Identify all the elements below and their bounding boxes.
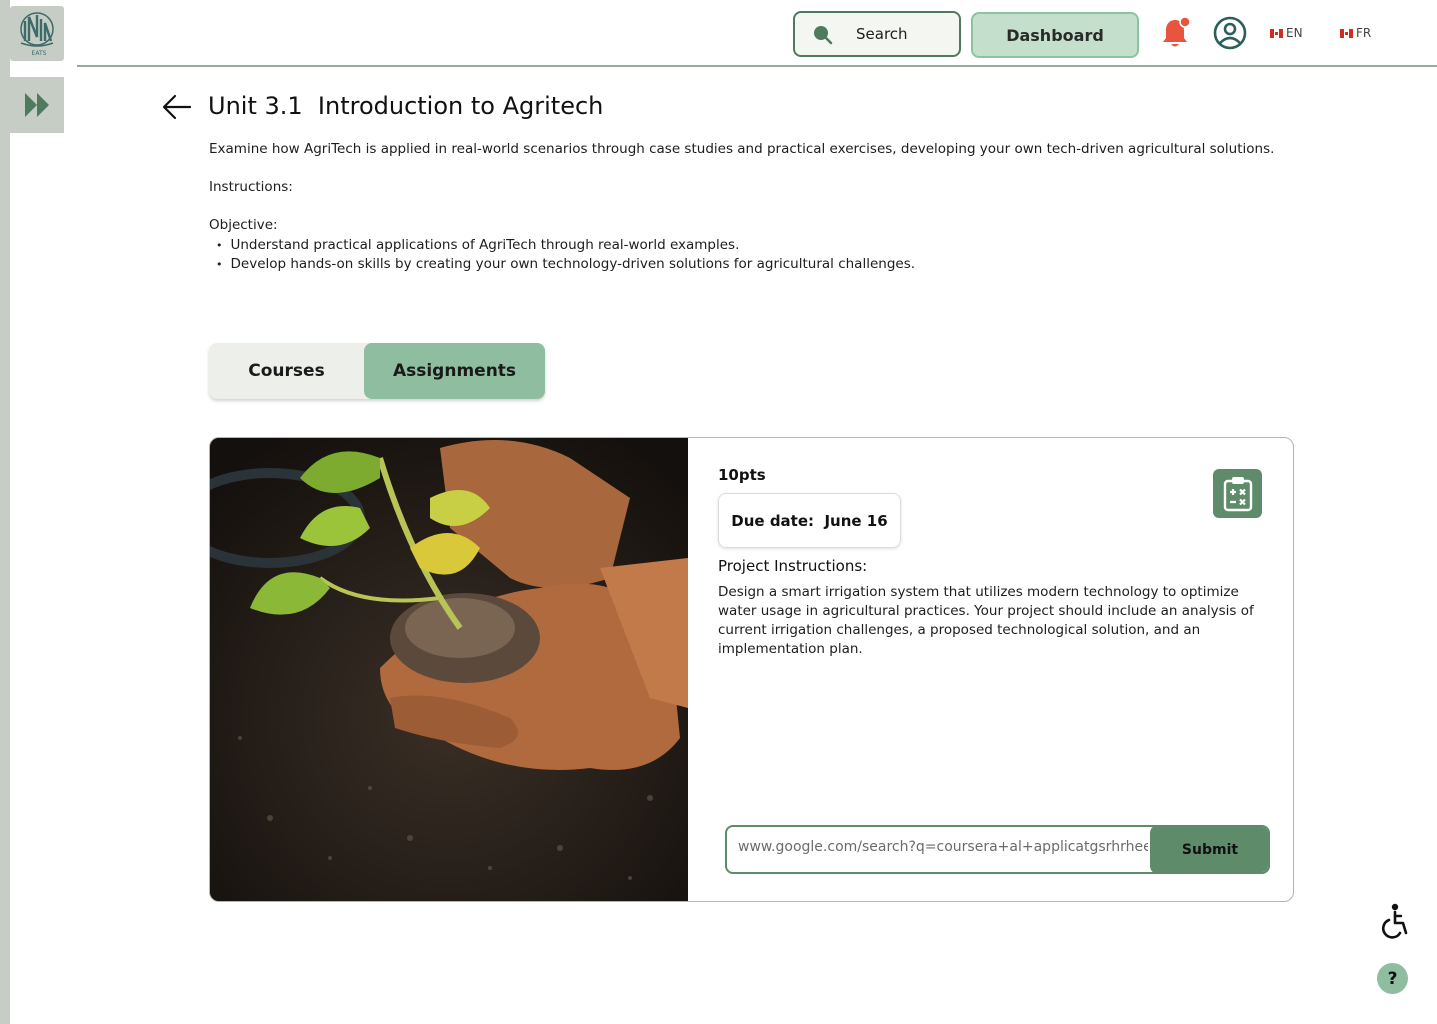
objective-list: Understand practical applications of Agr… [216,236,916,274]
language-en-label: EN [1286,26,1303,40]
header-divider [77,65,1437,67]
tab-assignments[interactable]: Assignments [364,343,545,399]
hands-planting-seedling-image [210,438,688,901]
instructions-label: Instructions: [209,179,293,195]
submission-url-field[interactable]: Submit [725,825,1270,874]
objective-item: Understand practical applications of Agr… [216,236,915,255]
submission-url-input[interactable] [738,839,1148,855]
canada-flag-icon [1270,28,1283,38]
calculator-clipboard-icon[interactable] [1213,469,1262,518]
app-logo[interactable]: EATS [10,6,64,61]
search-label: Search [856,25,908,43]
assignment-card: 10pts Due date: June 16 Project Instruct… [209,437,1294,902]
objective-item: Develop hands-on skills by creating your… [216,255,916,274]
bell-icon [1163,16,1191,47]
sidebar-rail [0,0,10,1024]
user-avatar-icon [1213,16,1247,50]
dashboard-button[interactable]: Dashboard [971,12,1139,58]
notification-bell[interactable] [1160,16,1192,54]
canada-flag-icon [1340,28,1353,38]
help-button[interactable]: ? [1377,963,1408,994]
search-icon [814,26,833,45]
submit-button[interactable]: Submit [1150,827,1268,872]
search-button[interactable]: Search [793,11,961,57]
project-instructions-text: Design a smart irrigation system that ut… [718,584,1254,657]
objective-label: Objective: [209,217,278,233]
back-button[interactable] [162,94,192,124]
project-instructions-heading: Project Instructions: [718,557,868,575]
clipboard-math-icon [1223,476,1252,511]
logo-icon: EATS [20,11,54,57]
notification-dot [1179,16,1191,28]
accessibility-button[interactable] [1378,903,1410,943]
due-date-badge: Due date: June 16 [718,493,901,548]
arrow-left-icon [162,94,192,120]
content-tabs: Courses Assignments [209,343,545,399]
page-title: Unit 3.1 Introduction to Agritech [208,92,604,120]
language-fr-label: FR [1356,26,1372,40]
gardening-photo [210,438,688,901]
accessibility-icon [1382,903,1408,939]
unit-description: Examine how AgriTech is applied in real-… [209,141,1275,157]
expand-sidebar-button[interactable] [10,77,64,133]
logo-text: EATS [32,50,47,57]
tab-courses[interactable]: Courses [209,343,364,399]
assignment-points: 10pts [718,466,766,484]
double-chevron-right-icon [25,93,49,117]
language-fr[interactable]: FR [1340,26,1371,40]
profile-button[interactable] [1213,16,1247,54]
language-en[interactable]: EN [1270,26,1303,40]
